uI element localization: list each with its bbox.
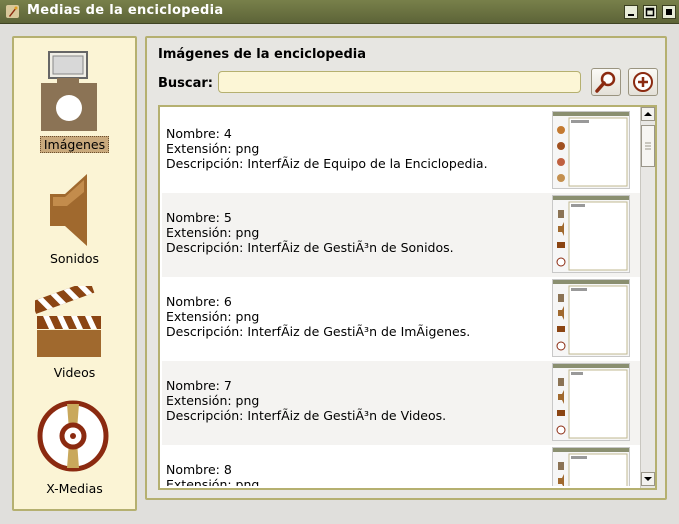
item-name: Nombre: 5: [166, 210, 232, 225]
maximize-icon: [645, 7, 655, 17]
minimize-button[interactable]: [624, 5, 638, 19]
minimize-icon: [628, 14, 634, 16]
media-panel: Imágenes de la enciclopedia Buscar: Nomb…: [145, 36, 667, 500]
item-extension: Extensión: png: [166, 225, 260, 240]
sidebar-item-label: X-Medias: [46, 481, 103, 496]
sidebar-item-label: Imágenes: [39, 136, 110, 153]
sidebar-item-xmedias[interactable]: X-Medias: [14, 380, 135, 496]
list-item[interactable]: Nombre: 4 Extensión: png Descripción: In…: [162, 109, 640, 193]
search-input[interactable]: [218, 71, 581, 93]
item-thumbnail: [552, 279, 630, 357]
item-extension: Extensión: png: [166, 393, 260, 408]
media-category-sidebar: Imágenes Sonidos Videos X-Medias: [12, 36, 137, 511]
search-button[interactable]: [591, 68, 621, 96]
camera-icon: [41, 51, 97, 131]
item-extension: Extensión: png: [166, 309, 260, 324]
close-button[interactable]: [662, 5, 676, 19]
window-title: Medias de la enciclopedia: [27, 3, 224, 18]
item-description: Descripción: InterfÃiz de GestiÃ³n de So…: [166, 240, 454, 255]
disc-icon: [37, 400, 109, 472]
search-label: Buscar:: [158, 76, 213, 91]
add-media-button[interactable]: [628, 68, 658, 96]
item-thumbnail: [552, 363, 630, 441]
arrow-up-icon: [644, 112, 652, 116]
item-description: Descripción: InterfÃiz de GestiÃ³n de Vi…: [166, 408, 447, 423]
sidebar-item-sonidos[interactable]: Sonidos: [14, 152, 135, 266]
panel-title: Imágenes de la enciclopedia: [158, 47, 366, 62]
list-item[interactable]: Nombre: 5 Extensión: png Descripción: In…: [162, 193, 640, 277]
sidebar-item-label: Videos: [53, 365, 96, 380]
item-thumbnail: [552, 447, 630, 486]
scrollbar-thumb[interactable]: [641, 125, 655, 167]
item-name: Nombre: 8: [166, 462, 232, 477]
maximize-button[interactable]: [643, 5, 657, 19]
title-bar: Medias de la enciclopedia: [0, 0, 679, 24]
vertical-scrollbar[interactable]: [640, 107, 655, 488]
item-thumbnail: [552, 111, 630, 189]
app-icon: [6, 5, 19, 18]
list-item[interactable]: Nombre: 8 Extensión: png: [162, 445, 640, 486]
item-name: Nombre: 4: [166, 126, 232, 141]
list-item[interactable]: Nombre: 6 Extensión: png Descripción: In…: [162, 277, 640, 361]
add-icon: [633, 72, 653, 92]
media-list-items: Nombre: 4 Extensión: png Descripción: In…: [162, 109, 640, 486]
speaker-icon: [50, 174, 87, 246]
scroll-down-button[interactable]: [641, 472, 655, 486]
item-name: Nombre: 6: [166, 294, 232, 309]
search-icon: [595, 71, 616, 93]
item-thumbnail: [552, 195, 630, 273]
list-item[interactable]: Nombre: 7 Extensión: png Descripción: In…: [162, 361, 640, 445]
sidebar-item-videos[interactable]: Videos: [14, 266, 135, 380]
close-icon: [666, 9, 672, 15]
item-extension: Extensión: png: [166, 477, 260, 486]
item-description: Descripción: InterfÃiz de GestiÃ³n de Im…: [166, 324, 471, 339]
item-description: Descripción: InterfÃiz de Equipo de la E…: [166, 156, 488, 171]
clapperboard-icon: [35, 286, 101, 357]
sidebar-item-label: Sonidos: [49, 251, 100, 266]
item-name: Nombre: 7: [166, 378, 232, 393]
item-extension: Extensión: png: [166, 141, 260, 156]
sidebar-item-imagenes[interactable]: Imágenes: [14, 38, 135, 153]
media-list: Nombre: 4 Extensión: png Descripción: In…: [158, 105, 657, 490]
scroll-up-button[interactable]: [641, 107, 655, 121]
arrow-down-icon: [644, 477, 652, 481]
